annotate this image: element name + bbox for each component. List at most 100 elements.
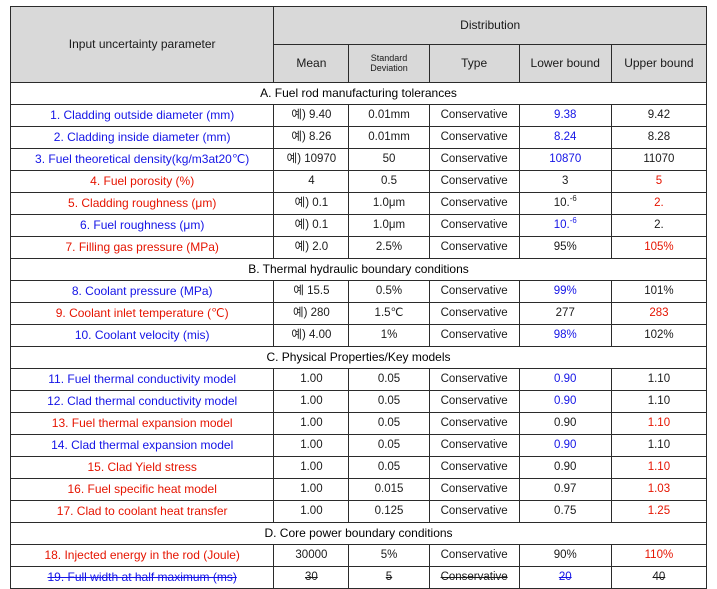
upper-bound-cell: 1.10: [610, 368, 708, 391]
table-row: 19. Full width at half maximum (ms) 30 5 Co…: [9, 566, 708, 589]
type-cell: Conservative: [428, 324, 520, 347]
table-row: 7. Filling gas pressure (MPa) 예) 2.0 2.5% C…: [9, 236, 708, 259]
type-cell: Conservative: [428, 236, 520, 259]
mean-cell: 1.00: [273, 368, 350, 391]
exponent: -6: [569, 194, 577, 204]
lower-bound-cell: 277: [518, 302, 612, 325]
mean-cell: 1.00: [273, 390, 350, 413]
lower-bound-cell: 99%: [518, 280, 612, 303]
type-cell: Conservative: [428, 500, 520, 523]
standard-deviation-cell: 0.05: [348, 368, 430, 391]
lower-bound-cell: 20: [518, 566, 612, 589]
upper-bound-cell: 40: [610, 566, 708, 589]
standard-deviation-cell: 0.01mm: [348, 126, 430, 149]
section-header-row: D. Core power boundary conditions: [10, 522, 707, 545]
type-cell: Conservative: [428, 478, 520, 501]
parameter-name-cell: 6. Fuel roughness (μm): [9, 214, 275, 237]
parameter-name-cell: 2. Cladding inside diameter (mm): [9, 126, 275, 149]
mean-cell: 예) 9.40: [273, 104, 350, 127]
mean-cell: 예) 2.0: [273, 236, 350, 259]
mean-cell: 30: [273, 566, 350, 589]
header-input-uncertainty-parameter: Input uncertainty parameter: [9, 6, 275, 83]
type-cell: Conservative: [428, 302, 520, 325]
parameter-name-cell: 3. Fuel theoretical density(kg/m3at20℃): [9, 148, 275, 171]
mean-cell: 예) 4.00: [273, 324, 350, 347]
header-type: Type: [428, 44, 520, 83]
lower-bound-cell: 0.97: [518, 478, 612, 501]
standard-deviation-cell: 0.01mm: [348, 104, 430, 127]
parameter-name-cell: 17. Clad to coolant heat transfer: [9, 500, 275, 523]
upper-bound-cell: 2.: [610, 192, 708, 215]
table-row: 18. Injected energy in the rod (Joule) 30…: [9, 544, 708, 567]
header-row-top: Input uncertainty parameter Distribution: [9, 6, 707, 83]
standard-deviation-cell: 0.5%: [348, 280, 430, 303]
standard-deviation-cell: 2.5%: [348, 236, 430, 259]
mean-cell: 1.00: [273, 456, 350, 479]
upper-bound-cell: 5: [610, 170, 708, 193]
type-cell: Conservative: [428, 434, 520, 457]
parameter-name-cell: 4. Fuel porosity (%): [9, 170, 275, 193]
standard-deviation-cell: 5%: [348, 544, 430, 567]
header-standard-deviation: Standard Deviation: [348, 44, 430, 83]
parameter-name-cell: 18. Injected energy in the rod (Joule): [9, 544, 275, 567]
table-header: Input uncertainty parameter Distribution…: [9, 6, 708, 83]
parameter-name-cell: 8. Coolant pressure (MPa): [9, 280, 275, 303]
standard-deviation-cell: 1%: [348, 324, 430, 347]
table-row: 11. Fuel thermal conductivity model 1.00 0…: [9, 368, 708, 391]
type-cell: Conservative: [428, 126, 520, 149]
section-title: C. Physical Properties/Key models: [10, 346, 707, 369]
parameter-name-cell: 13. Fuel thermal expansion model: [9, 412, 275, 435]
table-row: 13. Fuel thermal expansion model 1.00 0.05…: [9, 412, 708, 435]
mean-cell: 예) 10970: [273, 148, 350, 171]
standard-deviation-cell: 1.0μm: [348, 192, 430, 215]
parameter-name-cell: 9. Coolant inlet temperature (℃): [9, 302, 275, 325]
lower-bound-cell: 10.-6: [518, 214, 612, 237]
table-row: 15. Clad Yield stress 1.00 0.05 Conservativ…: [9, 456, 708, 479]
lower-bound-cell: 0.75: [518, 500, 612, 523]
lower-bound-cell: 0.90: [518, 390, 612, 413]
type-cell: Conservative: [428, 104, 520, 127]
standard-deviation-cell: 5: [348, 566, 430, 589]
section-title: D. Core power boundary conditions: [10, 522, 707, 545]
mean-cell: 예) 0.1: [273, 214, 350, 237]
table-sheet: Input uncertainty parameter Distribution…: [0, 0, 717, 589]
type-cell: Conservative: [428, 566, 520, 589]
type-cell: Conservative: [428, 390, 520, 413]
table-row: 12. Clad thermal conductivity model 1.00 0…: [9, 390, 708, 413]
section-title: A. Fuel rod manufacturing tolerances: [10, 82, 707, 105]
upper-bound-cell: 1.03: [610, 478, 708, 501]
input-uncertainty-table: Input uncertainty parameter Distribution…: [9, 6, 708, 589]
standard-deviation-cell: 0.05: [348, 412, 430, 435]
standard-deviation-cell: 1.5℃: [348, 302, 430, 325]
lower-bound-cell: 3: [518, 170, 612, 193]
upper-bound-cell: 2.: [610, 214, 708, 237]
section-header-row: B. Thermal hydraulic boundary conditions: [10, 258, 707, 281]
mean-cell: 예) 0.1: [273, 192, 350, 215]
section-title: B. Thermal hydraulic boundary conditions: [10, 258, 707, 281]
upper-bound-cell: 1.25: [610, 500, 708, 523]
upper-bound-cell: 9.42: [610, 104, 708, 127]
standard-deviation-cell: 0.5: [348, 170, 430, 193]
parameter-name-cell: 15. Clad Yield stress: [9, 456, 275, 479]
lower-bound-cell: 0.90: [518, 412, 612, 435]
upper-bound-cell: 8.28: [610, 126, 708, 149]
table-row: 1. Cladding outside diameter (mm) 예) 9.40…: [9, 104, 708, 127]
standard-deviation-cell: 1.0μm: [348, 214, 430, 237]
table-row: 9. Coolant inlet temperature (℃) 예) 280 1.…: [9, 302, 708, 325]
mean-cell: 30000: [273, 544, 350, 567]
section-header-row: A. Fuel rod manufacturing tolerances: [10, 82, 707, 105]
type-cell: Conservative: [428, 170, 520, 193]
table-row: 3. Fuel theoretical density(kg/m3at20℃) 예…: [9, 148, 708, 171]
table-row: 14. Clad thermal expansion model 1.00 0.05…: [9, 434, 708, 457]
lower-bound-cell: 8.24: [518, 126, 612, 149]
parameter-name-cell: 5. Cladding roughness (μm): [9, 192, 275, 215]
table-row: 6. Fuel roughness (μm) 예) 0.1 1.0μm Conserv…: [9, 214, 708, 237]
standard-deviation-cell: 0.05: [348, 434, 430, 457]
lower-bound-cell: 98%: [518, 324, 612, 347]
lower-bound-cell: 10870: [518, 148, 612, 171]
parameter-name-cell: 14. Clad thermal expansion model: [9, 434, 275, 457]
table-body: A. Fuel rod manufacturing tolerances 1. C…: [9, 82, 708, 589]
table-row: 17. Clad to coolant heat transfer 1.00 0.1…: [9, 500, 708, 523]
lower-bound-cell: 95%: [518, 236, 612, 259]
table-row: 16. Fuel specific heat model 1.00 0.015 Con…: [9, 478, 708, 501]
